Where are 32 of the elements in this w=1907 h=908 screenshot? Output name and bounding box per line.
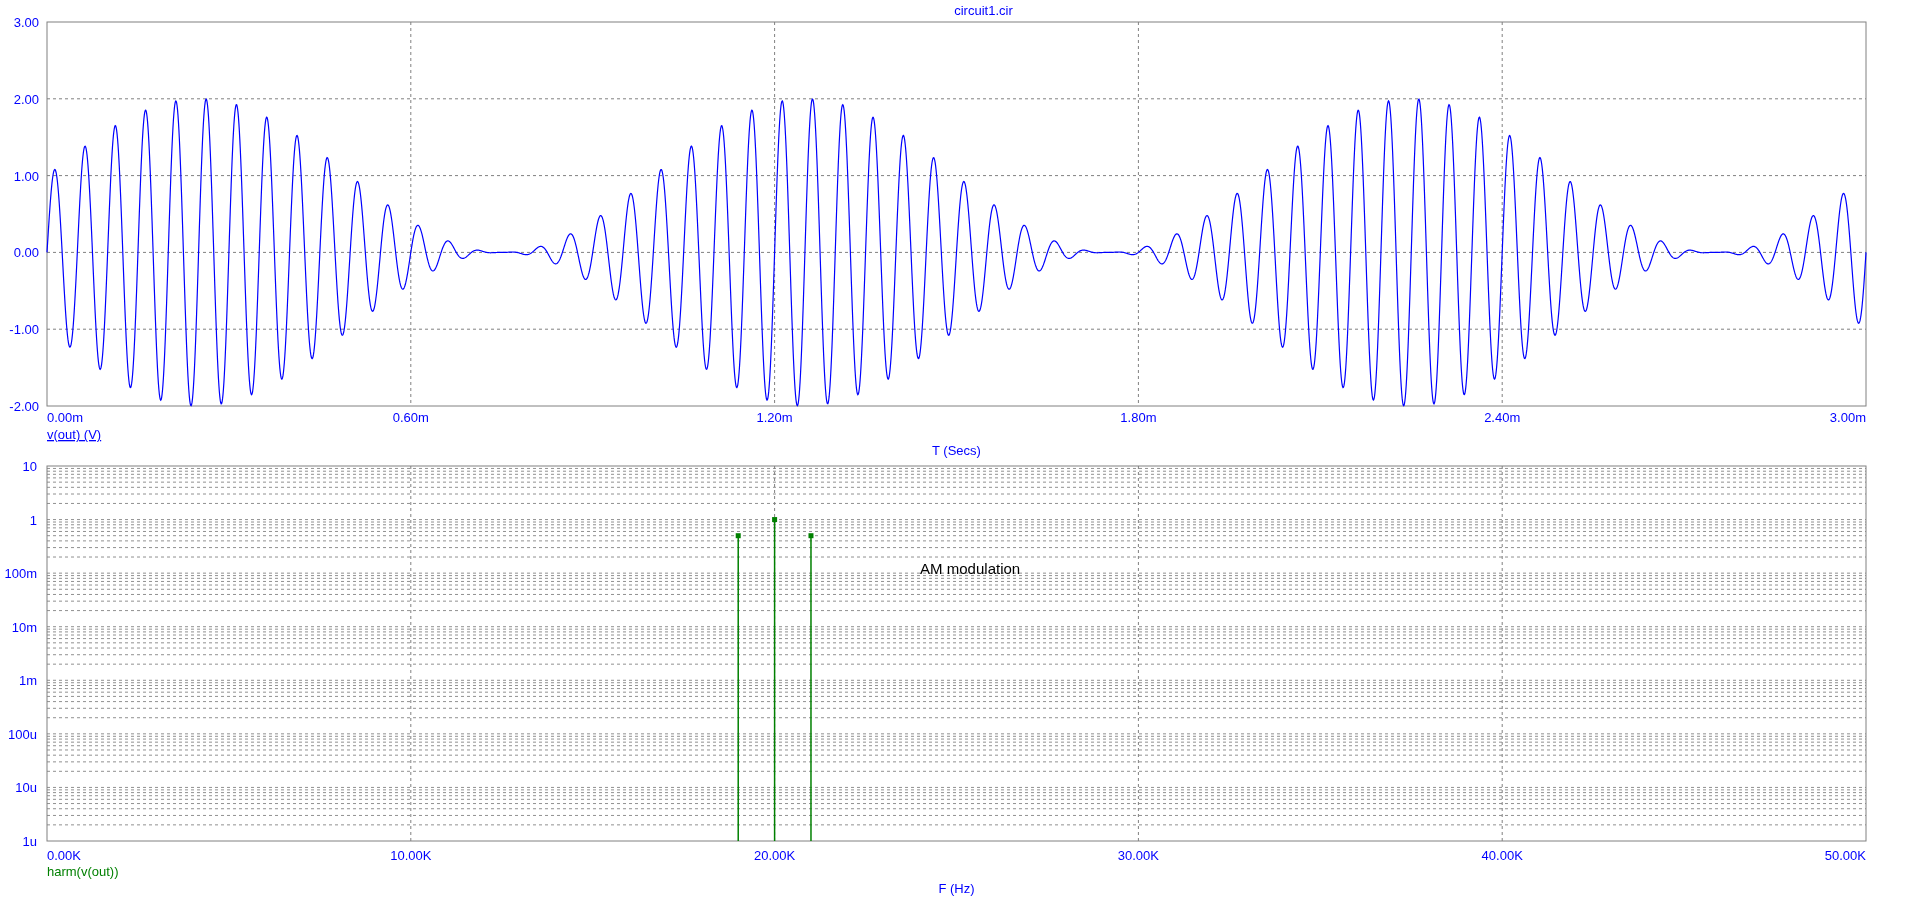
annotation-text: AM modulation <box>920 559 1021 577</box>
axis-title: T (Secs) <box>932 443 981 458</box>
y-tick-label: -2.00 <box>9 399 39 414</box>
y-tick-label: 100u <box>8 726 37 742</box>
x-tick-label: 0.00K <box>47 848 81 863</box>
y-tick-label: 1u <box>22 834 37 849</box>
window-title: circuit1.cir <box>953 4 1013 18</box>
y-tick-label: 100m <box>4 566 37 582</box>
y-tick-label: -1.00 <box>9 322 39 338</box>
trace-label[interactable]: v(out) (V) <box>47 427 102 442</box>
axis-title: F (Hz) <box>938 881 975 896</box>
x-tick-label: 0.60m <box>392 410 429 425</box>
x-tick-label: 1.20m <box>756 410 793 425</box>
x-tick-label: 0.00m <box>47 410 84 425</box>
x-tick-label: 50.00K <box>1824 848 1866 863</box>
trace-label[interactable]: harm(v(out)) <box>47 864 119 879</box>
x-tick-label: 10.00K <box>390 848 432 863</box>
x-tick-label: 2.40m <box>1484 410 1521 425</box>
y-tick-label: 10m <box>11 619 37 635</box>
x-tick-label: 40.00K <box>1481 848 1523 863</box>
y-tick-label: 1m <box>18 673 37 689</box>
x-tick-label: 20.00K <box>754 848 796 863</box>
y-tick-label: 0.00 <box>13 245 39 261</box>
y-tick-label: 10 <box>22 459 37 474</box>
y-tick-label: 2.00 <box>13 91 39 107</box>
y-tick-label: 1 <box>29 512 37 528</box>
x-tick-label: 1.80m <box>1120 410 1157 425</box>
y-tick-label: 3.00 <box>13 15 39 30</box>
y-tick-label: 10u <box>15 780 37 796</box>
x-tick-label: 30.00K <box>1117 848 1159 863</box>
y-tick-label: 1.00 <box>13 168 39 184</box>
x-tick-label: 3.00m <box>1829 410 1866 425</box>
